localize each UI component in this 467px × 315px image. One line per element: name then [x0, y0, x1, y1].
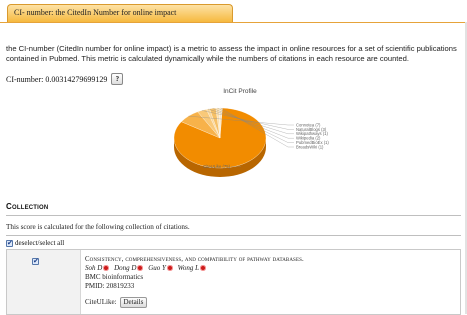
divider	[6, 235, 461, 236]
select-all-checkbox[interactable]	[6, 239, 13, 247]
tab-ci-number[interactable]: CI- number: the CitedIn Number for onlin…	[7, 4, 233, 22]
pie-label: BreadsWiki (1)	[296, 144, 324, 149]
collection-header: Collection	[6, 202, 49, 211]
author-name[interactable]: Soh D	[85, 264, 102, 272]
journal-name: BMC bioinformatics	[85, 273, 144, 281]
tab-bar: CI- number: the CitedIn Number for onlin…	[0, 0, 467, 23]
author-info-icon[interactable]	[103, 265, 110, 272]
ci-number-row: CI-number: 0.00314279699129 ?	[6, 73, 124, 85]
pmid: PMID: 20819233	[85, 282, 135, 290]
author-info-icon[interactable]	[199, 265, 206, 272]
chart-title: InCit Profile	[223, 88, 257, 95]
ci-number-value: CI-number: 0.00314279699129	[6, 74, 108, 84]
intro-text: the CI-number (CitedIn number for online…	[6, 44, 457, 63]
select-all-label: deselect/select all	[15, 239, 65, 247]
entry-select-column	[7, 250, 81, 314]
deselect-select-all[interactable]: deselect/select all	[6, 239, 64, 247]
author-name[interactable]: Wong L	[178, 264, 199, 272]
details-button[interactable]: Details	[119, 297, 148, 308]
author-name[interactable]: Dong D	[114, 264, 136, 272]
source-label: CiteULike:	[85, 298, 117, 306]
author-info-icon[interactable]	[137, 265, 144, 272]
source-row: CiteULike: Details	[85, 297, 460, 308]
paper-title: Consistency, comprehensiveness, and comp…	[85, 256, 304, 263]
divider	[6, 215, 461, 216]
help-button[interactable]: ?	[111, 73, 124, 85]
citation-entry: Consistency, comprehensiveness, and comp…	[6, 249, 461, 315]
collection-description: This score is calculated for the followi…	[6, 223, 190, 231]
entry-checkbox[interactable]	[32, 257, 39, 265]
author-name[interactable]: Guo Y	[148, 264, 166, 272]
entry-details: Consistency, comprehensiveness, and comp…	[85, 255, 460, 308]
page: CI- number: the CitedIn Number for onlin…	[0, 0, 467, 315]
author-list: Soh D Dong D Guo Y Wong L	[85, 264, 460, 273]
incit-profile-pie-chart: CiteULike (75)Connotea (7)NaturalBlogs (…	[173, 107, 329, 177]
author-info-icon[interactable]	[166, 265, 173, 272]
pie-label: CiteULike (75)	[203, 164, 230, 169]
